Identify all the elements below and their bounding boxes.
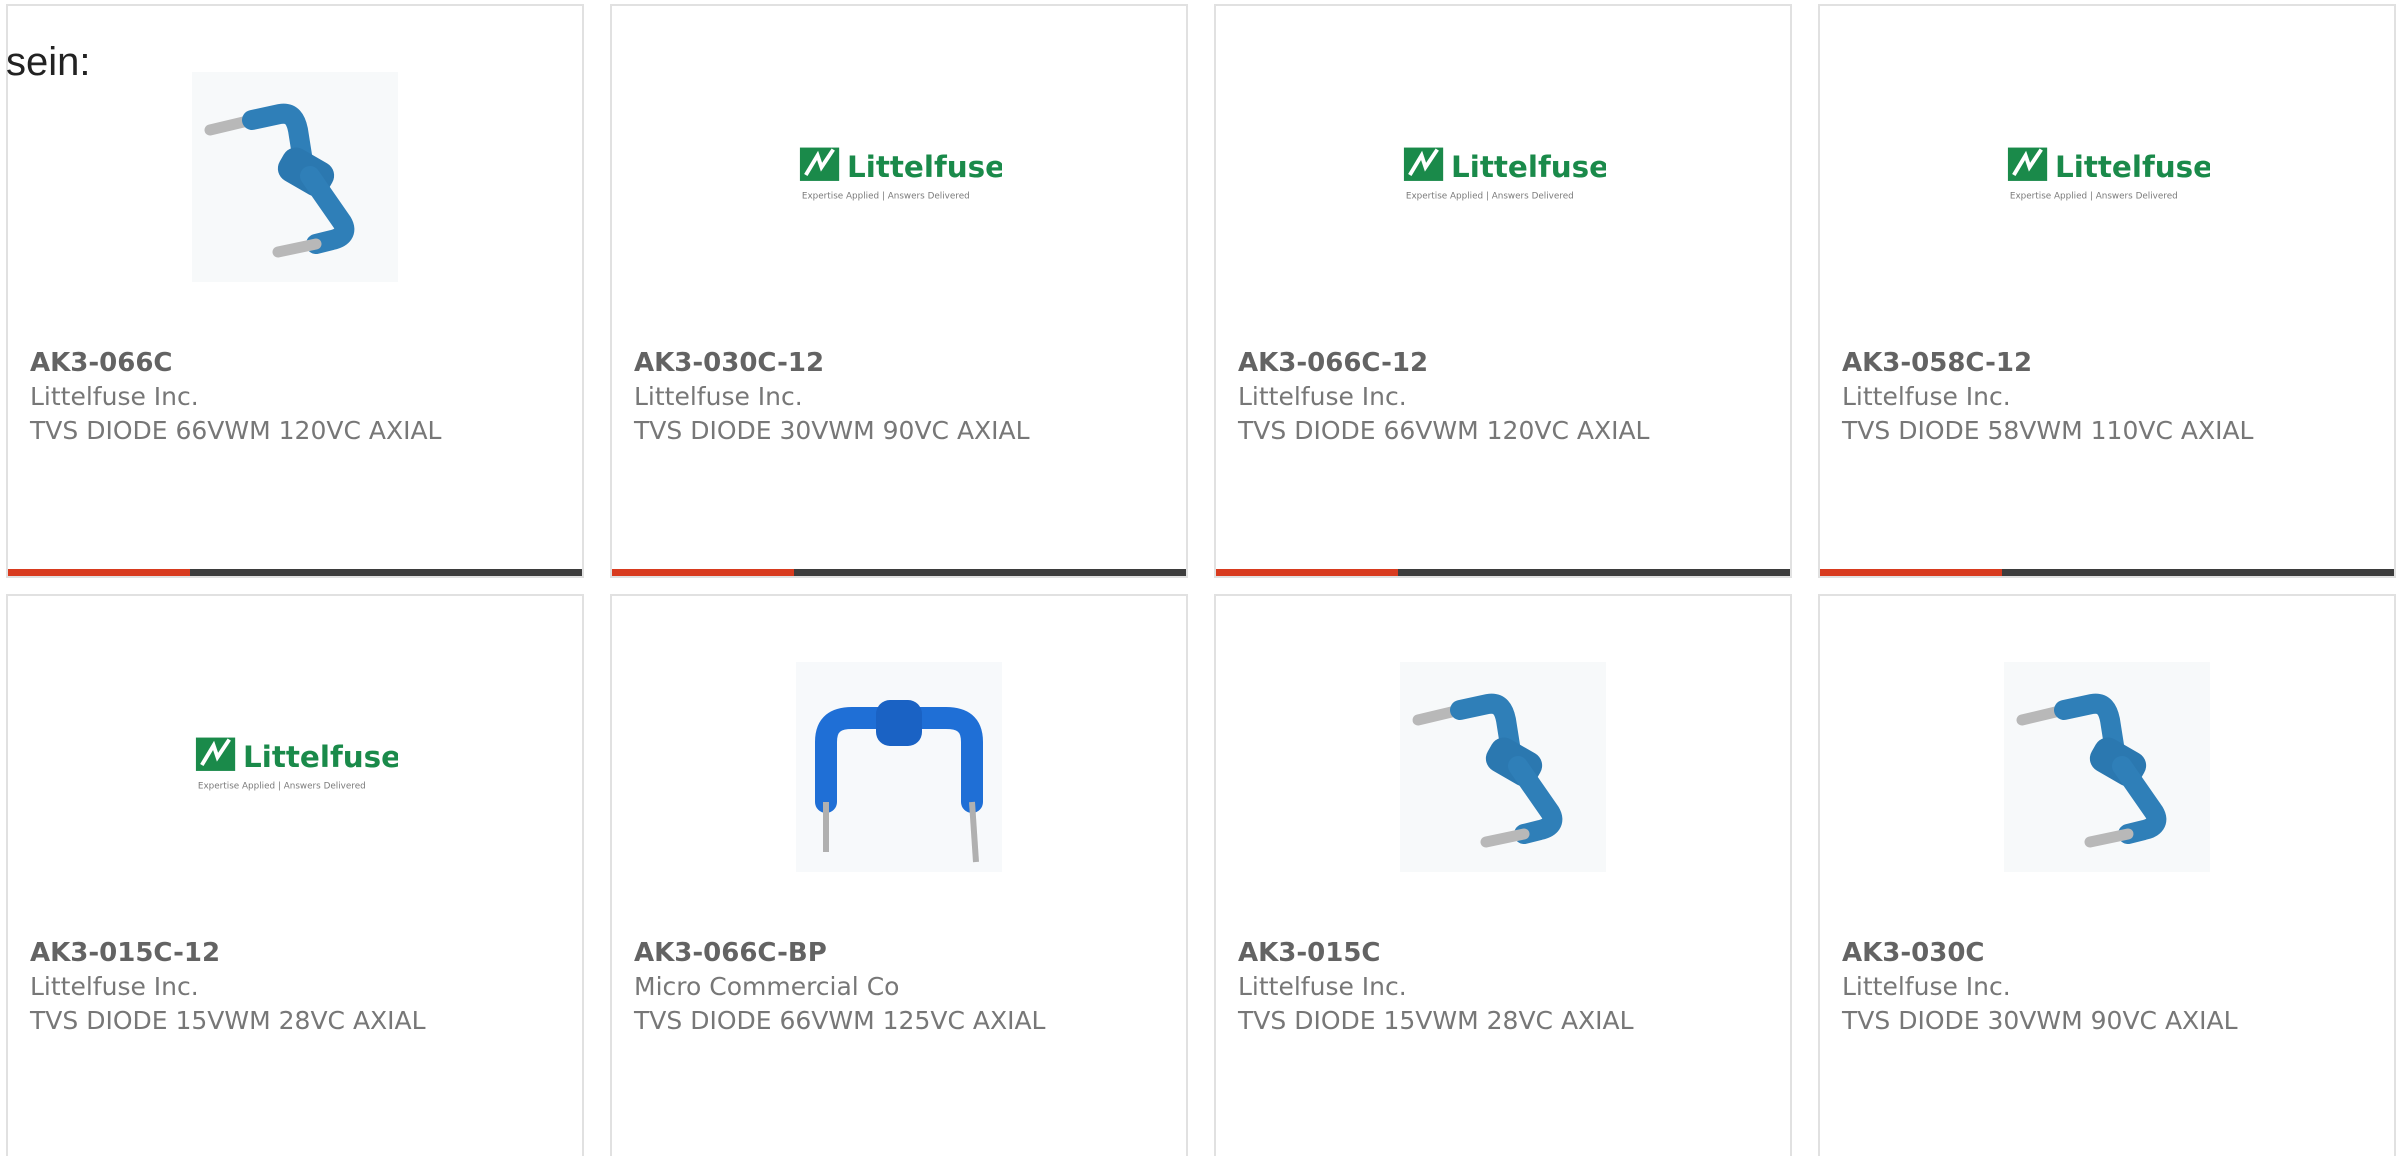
- card-accent-bar: [1216, 569, 1790, 576]
- svg-text:Littelfuse: Littelfuse: [243, 740, 398, 774]
- svg-text:Littelfuse: Littelfuse: [1451, 150, 1606, 184]
- product-card[interactable]: Littelfuse Expertise Applied | Answers D…: [6, 594, 584, 1156]
- product-description: TVS DIODE 58VWM 110VC AXIAL: [1842, 416, 2254, 445]
- product-description: TVS DIODE 66VWM 125VC AXIAL: [634, 1006, 1046, 1035]
- axial-diode-icon: [2004, 662, 2210, 872]
- part-number[interactable]: AK3-066C: [30, 346, 562, 380]
- product-grid: AK3-066C Littelfuse Inc. TVS DIODE 66VWM…: [6, 4, 2400, 1156]
- littelfuse-logo-icon: Littelfuse Expertise Applied | Answers D…: [1403, 147, 1606, 202]
- product-image[interactable]: [192, 72, 398, 282]
- part-number[interactable]: AK3-066C-BP: [634, 936, 1166, 970]
- product-card[interactable]: Littelfuse Expertise Applied | Answers D…: [1818, 4, 2396, 578]
- product-card[interactable]: AK3-066C Littelfuse Inc. TVS DIODE 66VWM…: [6, 4, 584, 578]
- product-image[interactable]: Littelfuse Expertise Applied | Answers D…: [192, 662, 398, 872]
- product-card[interactable]: AK3-030C Littelfuse Inc. TVS DIODE 30VWM…: [1818, 594, 2396, 1156]
- part-number[interactable]: AK3-030C: [1842, 936, 2374, 970]
- littelfuse-logo-icon: Littelfuse Expertise Applied | Answers D…: [799, 147, 1002, 202]
- product-image[interactable]: [1400, 662, 1606, 872]
- svg-text:Littelfuse: Littelfuse: [2055, 150, 2210, 184]
- product-image[interactable]: Littelfuse Expertise Applied | Answers D…: [796, 72, 1002, 282]
- manufacturer: Littelfuse Inc.: [1842, 382, 2011, 411]
- manufacturer: Littelfuse Inc.: [30, 972, 199, 1001]
- manufacturer: Littelfuse Inc.: [30, 382, 199, 411]
- littelfuse-logo-icon: Littelfuse Expertise Applied | Answers D…: [2007, 147, 2210, 202]
- card-accent-bar: [1820, 569, 2394, 576]
- radial-diode-icon: [796, 662, 1002, 872]
- manufacturer: Littelfuse Inc.: [634, 382, 803, 411]
- product-grid-page: sein: AK3-066C Littelfuse Inc. TVS DIODE…: [0, 0, 2400, 1156]
- product-image[interactable]: [2004, 662, 2210, 872]
- product-image[interactable]: Littelfuse Expertise Applied | Answers D…: [1400, 72, 1606, 282]
- part-number[interactable]: AK3-030C-12: [634, 346, 1166, 380]
- svg-text:Expertise Applied | Answers De: Expertise Applied | Answers Delivered: [198, 782, 366, 792]
- manufacturer: Micro Commercial Co: [634, 972, 900, 1001]
- product-description: TVS DIODE 30VWM 90VC AXIAL: [634, 416, 1030, 445]
- part-number[interactable]: AK3-058C-12: [1842, 346, 2374, 380]
- svg-text:Littelfuse: Littelfuse: [847, 150, 1002, 184]
- product-description: TVS DIODE 15VWM 28VC AXIAL: [1238, 1006, 1634, 1035]
- svg-text:Expertise Applied | Answers De: Expertise Applied | Answers Delivered: [2010, 192, 2178, 202]
- littelfuse-logo-icon: Littelfuse Expertise Applied | Answers D…: [195, 737, 398, 792]
- svg-text:Expertise Applied | Answers De: Expertise Applied | Answers Delivered: [1406, 192, 1574, 202]
- product-card[interactable]: Littelfuse Expertise Applied | Answers D…: [1214, 4, 1792, 578]
- product-image[interactable]: Littelfuse Expertise Applied | Answers D…: [2004, 72, 2210, 282]
- manufacturer: Littelfuse Inc.: [1238, 382, 1407, 411]
- part-number[interactable]: AK3-015C: [1238, 936, 1770, 970]
- part-number[interactable]: AK3-015C-12: [30, 936, 562, 970]
- axial-diode-icon: [192, 72, 398, 282]
- intro-text: sein:: [6, 40, 91, 84]
- product-card[interactable]: AK3-066C-BP Micro Commercial Co TVS DIOD…: [610, 594, 1188, 1156]
- product-description: TVS DIODE 66VWM 120VC AXIAL: [30, 416, 442, 445]
- part-number[interactable]: AK3-066C-12: [1238, 346, 1770, 380]
- product-description: TVS DIODE 30VWM 90VC AXIAL: [1842, 1006, 2238, 1035]
- axial-diode-icon: [1400, 662, 1606, 872]
- card-accent-bar: [8, 569, 582, 576]
- product-description: TVS DIODE 66VWM 120VC AXIAL: [1238, 416, 1650, 445]
- svg-text:Expertise Applied | Answers De: Expertise Applied | Answers Delivered: [802, 192, 970, 202]
- manufacturer: Littelfuse Inc.: [1238, 972, 1407, 1001]
- product-description: TVS DIODE 15VWM 28VC AXIAL: [30, 1006, 426, 1035]
- product-image[interactable]: [796, 662, 1002, 872]
- manufacturer: Littelfuse Inc.: [1842, 972, 2011, 1001]
- card-accent-bar: [612, 569, 1186, 576]
- product-card[interactable]: Littelfuse Expertise Applied | Answers D…: [610, 4, 1188, 578]
- product-card[interactable]: AK3-015C Littelfuse Inc. TVS DIODE 15VWM…: [1214, 594, 1792, 1156]
